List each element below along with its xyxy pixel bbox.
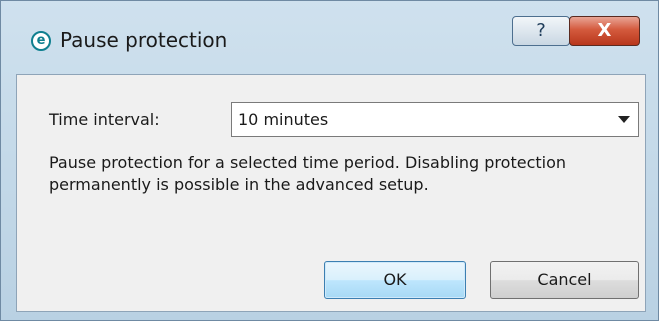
time-interval-dropdown[interactable]: 10 minutes (231, 102, 639, 137)
ok-button[interactable]: OK (324, 261, 466, 299)
close-button[interactable]: X (569, 16, 640, 46)
cancel-button[interactable]: Cancel (490, 261, 639, 299)
eset-logo-icon: e (31, 31, 51, 51)
description-text: Pause protection for a selected time per… (49, 153, 567, 194)
help-button[interactable]: ? (512, 16, 570, 46)
window-title: Pause protection (60, 28, 228, 52)
close-icon: X (597, 20, 612, 41)
time-interval-selected-value: 10 minutes (238, 110, 329, 129)
title-bar[interactable]: e Pause protection ? X (1, 1, 658, 73)
dialog-content: Time interval: 10 minutes Pause protecti… (16, 74, 646, 312)
help-icon: ? (536, 20, 546, 41)
chevron-down-icon (618, 116, 630, 123)
time-interval-label: Time interval: (49, 110, 160, 129)
dialog-window: e Pause protection ? X Time interval: 10… (0, 0, 659, 321)
